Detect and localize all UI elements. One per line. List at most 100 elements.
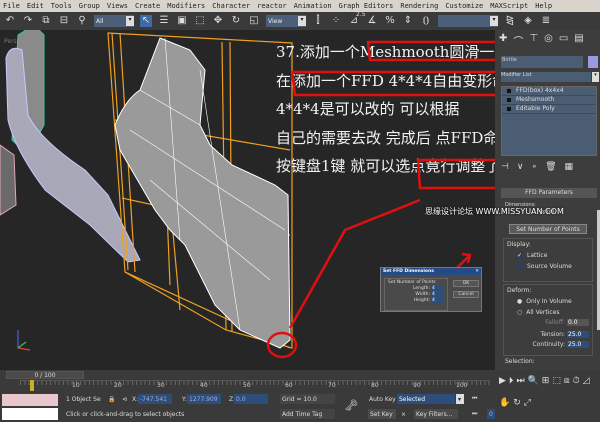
stack-item-editable-poly[interactable]: Editable Poly: [502, 105, 596, 114]
current-frame-marker[interactable]: [30, 380, 34, 391]
modifier-list-dropdown[interactable]: Modifier List: [501, 72, 591, 82]
lock-icon[interactable]: 🔒: [106, 394, 115, 404]
set-number-of-points-button[interactable]: Set Number of Points: [509, 224, 587, 234]
motion-tab-icon[interactable]: ◎: [544, 33, 553, 44]
x-coordinate-field[interactable]: -747.541: [138, 394, 172, 404]
modify-tab-icon[interactable]: ⌒: [513, 33, 523, 48]
spinner-snap-icon[interactable]: ⇕: [402, 15, 414, 27]
reference-coord-dropdown[interactable]: View ▾: [266, 15, 306, 27]
menu-edit[interactable]: Edit: [27, 2, 44, 10]
current-frame-field[interactable]: 0: [487, 409, 495, 419]
configure-sets-icon[interactable]: ▦: [565, 162, 574, 172]
rotate-icon[interactable]: ↻: [230, 15, 242, 27]
length-spinner[interactable]: 4: [432, 286, 444, 291]
object-name-field[interactable]: Bottle: [501, 56, 583, 68]
zoom-icon[interactable]: 🔍: [528, 376, 539, 395]
key-step-icon[interactable]: ⏭: [470, 409, 477, 419]
auto-key-button[interactable]: Auto Key: [367, 394, 397, 404]
zoom-extents-icon[interactable]: ⬚: [552, 376, 561, 395]
y-coordinate-field[interactable]: 1277.909: [187, 394, 221, 404]
zoom-all-icon[interactable]: ⊞: [542, 376, 550, 395]
link-icon[interactable]: ⧉: [40, 15, 52, 27]
width-spinner[interactable]: 4: [432, 292, 444, 297]
source-volume-checkbox[interactable]: [517, 263, 523, 270]
menu-modifiers[interactable]: Modifiers: [167, 2, 205, 10]
falloff-spinner[interactable]: 0.0: [567, 319, 589, 326]
named-selection-dropdown[interactable]: ▾: [438, 15, 498, 27]
move-icon[interactable]: ✥: [212, 15, 224, 27]
make-unique-icon[interactable]: ∘: [531, 162, 537, 172]
orbit-icon[interactable]: ↻: [513, 398, 521, 417]
menu-rendering[interactable]: Rendering: [400, 2, 438, 10]
bind-space-warp-icon[interactable]: ⚲: [76, 15, 88, 27]
menu-file[interactable]: File: [3, 2, 20, 10]
zoom-extents-all-icon[interactable]: ⧈: [564, 376, 570, 395]
hierarchy-tab-icon[interactable]: ⊤: [529, 33, 538, 44]
select-object-icon[interactable]: ↖: [140, 15, 152, 27]
maxscript-input-mini[interactable]: [2, 408, 58, 420]
redo-icon[interactable]: ↷: [22, 15, 34, 27]
only-in-volume-radio[interactable]: ●: [517, 298, 522, 305]
percent-snap-icon[interactable]: %: [384, 15, 396, 27]
chevron-down-icon[interactable]: ▾: [592, 72, 599, 82]
layer-manager-icon[interactable]: ≣: [540, 15, 552, 27]
goto-start-icon[interactable]: ⏮: [470, 394, 477, 404]
goto-end-icon[interactable]: ⏭: [516, 376, 524, 395]
all-vertices-radio[interactable]: ○: [517, 309, 522, 316]
add-time-tag-button[interactable]: Add Time Tag: [280, 409, 335, 419]
unlink-icon[interactable]: ⊟: [58, 15, 70, 27]
manipulate-icon[interactable]: ⁘: [330, 15, 342, 27]
menu-tools[interactable]: Tools: [51, 2, 72, 10]
key-mode-dropdown[interactable]: Selected: [397, 394, 455, 404]
stack-item-meshsmooth[interactable]: Meshsmooth: [502, 96, 596, 105]
create-tab-icon[interactable]: ✚: [499, 33, 507, 44]
chevron-down-icon[interactable]: ▾: [456, 394, 464, 404]
object-color-swatch[interactable]: [588, 56, 598, 68]
selection-filter-dropdown[interactable]: All ▾: [94, 15, 134, 27]
tension-spinner[interactable]: 25.0: [567, 331, 589, 338]
pivot-icon[interactable]: ⫿: [312, 15, 324, 27]
menu-help[interactable]: Help: [535, 2, 552, 10]
close-icon[interactable]: ✕: [475, 269, 479, 274]
mirror-icon[interactable]: ⧎: [504, 15, 516, 27]
utilities-tab-icon[interactable]: ▤: [574, 33, 583, 44]
menu-reactor[interactable]: reactor: [257, 2, 287, 10]
menu-graph-editors[interactable]: Graph Editors: [339, 2, 394, 10]
menu-create[interactable]: Create: [135, 2, 160, 10]
window-crossing-icon[interactable]: ⬚: [194, 15, 206, 27]
lattice-checkbox[interactable]: ✓: [517, 252, 523, 259]
align-icon[interactable]: ◈: [522, 15, 534, 27]
pin-stack-icon[interactable]: ⊣: [501, 162, 509, 172]
maxscript-listener-mini[interactable]: [2, 394, 58, 406]
menu-maxscript[interactable]: MAXScript: [490, 2, 528, 10]
time-slider[interactable]: 0 / 100: [6, 371, 84, 379]
key-filters-button[interactable]: Key Filters...: [414, 409, 458, 419]
display-tab-icon[interactable]: ▭: [559, 33, 568, 44]
undo-icon[interactable]: ↶: [4, 15, 16, 27]
key-icon[interactable]: 🗝: [342, 399, 358, 412]
height-spinner[interactable]: 4: [432, 298, 444, 303]
menu-customize[interactable]: Customize: [445, 2, 483, 10]
menu-animation[interactable]: Animation: [294, 2, 332, 10]
ffd-parameters-rollout[interactable]: FFD Parameters: [501, 188, 597, 198]
key-tangent-icon[interactable]: ⨯: [399, 409, 406, 419]
pan-icon[interactable]: ✋: [499, 398, 510, 417]
edit-named-sel-icon[interactable]: ⦅⦆: [420, 15, 432, 27]
stack-item-ffd[interactable]: FFD(box) 4x4x4: [502, 87, 596, 96]
continuity-spinner[interactable]: 25.0: [567, 341, 589, 348]
next-frame-icon[interactable]: ⏵: [509, 376, 514, 395]
menu-views[interactable]: Views: [107, 2, 128, 10]
cancel-button[interactable]: Cancel: [453, 291, 479, 298]
select-by-name-icon[interactable]: ☰: [158, 15, 170, 27]
rect-selection-icon[interactable]: ▣: [176, 15, 188, 27]
time-config-icon[interactable]: ⏱: [573, 376, 580, 395]
snap-toggle-icon[interactable]: ⊿ 2.5: [348, 12, 366, 27]
set-key-button[interactable]: Set Key: [368, 409, 396, 419]
ok-button[interactable]: OK: [453, 280, 479, 287]
show-end-result-icon[interactable]: ∨: [517, 162, 524, 172]
angle-snap-icon[interactable]: ∡: [366, 15, 378, 27]
z-coordinate-field[interactable]: 0.0: [234, 394, 268, 404]
play-icon[interactable]: ▶: [499, 376, 506, 395]
scale-icon[interactable]: ◱: [248, 15, 260, 27]
menu-group[interactable]: Group: [79, 2, 100, 10]
